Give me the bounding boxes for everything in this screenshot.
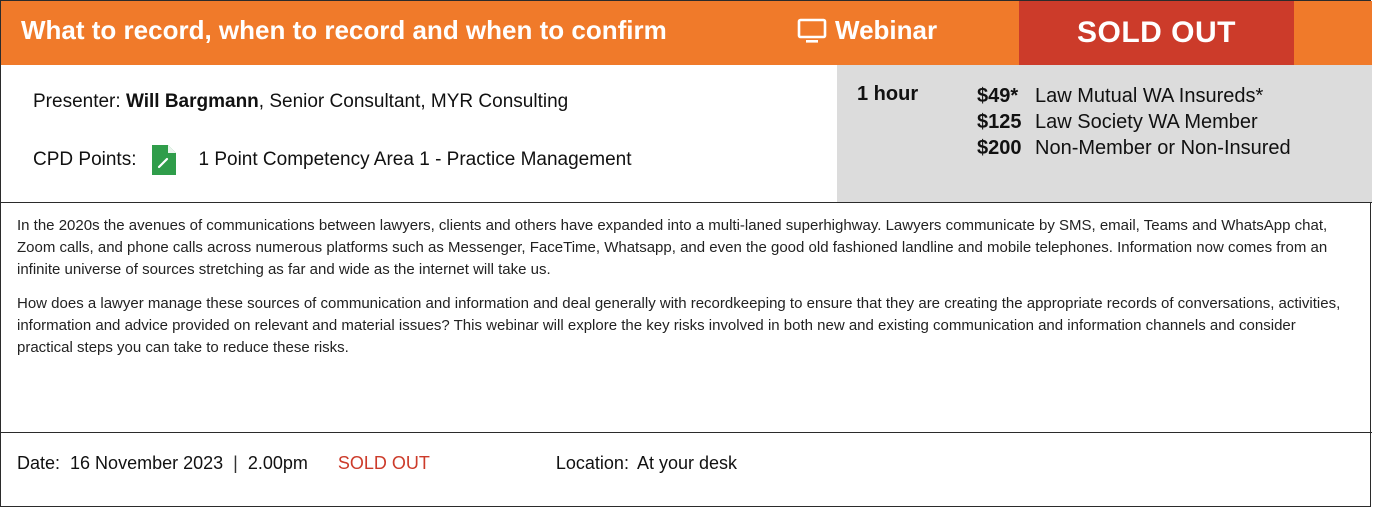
date-label: Date: [17,453,61,473]
event-title: What to record, when to record and when … [21,15,667,45]
event-description: In the 2020s the avenues of communicatio… [17,215,1347,371]
cpd-value: 1 Point Competency Area 1 - Practice Man… [198,149,632,170]
monitor-icon [797,18,827,43]
divider [1,432,1372,433]
location-label: Location: [555,453,629,473]
price-audience: Law Mutual WA Insureds* [1035,85,1264,107]
location-value: At your desk [636,453,737,473]
format-indicator: Webinar [797,15,937,46]
price-amount: $125 [977,111,1022,133]
document-icon [152,145,177,175]
format-label: Webinar [835,15,938,45]
cpd-label: CPD Points: [33,149,137,170]
footer-status: SOLD OUT [337,453,430,473]
divider [1,202,1372,203]
time-value: 2.00pm [247,453,308,473]
presenter-role: , Senior Consultant, MYR Consulting [258,91,569,112]
pricing-panel: 1 hour $49* Law Mutual WA Insureds* $125… [837,65,1372,202]
date-time-separator: | [233,453,238,473]
price-amount: $49* [977,85,1019,107]
duration: 1 hour [857,83,919,105]
presenter-line: Presenter: Will Bargmann, Senior Consult… [33,91,568,113]
status-badge: SOLD OUT [1019,1,1294,65]
event-info: Presenter: Will Bargmann, Senior Consult… [1,65,837,202]
event-footer: Date: 16 November 2023 | 2.00pm SOLD OUT… [17,453,737,474]
date-value: 16 November 2023 [70,453,224,473]
price-row: $49* Law Mutual WA Insureds* [977,83,1291,109]
description-paragraph: How does a lawyer manage these sources o… [17,295,1341,356]
price-row: $200 Non-Member or Non-Insured [977,135,1291,161]
price-amount: $200 [977,137,1022,159]
presenter-label: Presenter: [33,91,121,112]
price-row: $125 Law Society WA Member [977,109,1291,135]
description-paragraph: In the 2020s the avenues of communicatio… [17,217,1328,278]
price-audience: Law Society WA Member [1035,111,1258,133]
cpd-line: CPD Points: 1 Point Competency Area 1 - … [33,145,632,175]
presenter-name: Will Bargmann [125,91,259,112]
event-card: What to record, when to record and when … [0,0,1372,507]
price-list: $49* Law Mutual WA Insureds* $125 Law So… [977,83,1291,161]
event-header: What to record, when to record and when … [1,1,1372,65]
price-audience: Non-Member or Non-Insured [1035,137,1291,159]
